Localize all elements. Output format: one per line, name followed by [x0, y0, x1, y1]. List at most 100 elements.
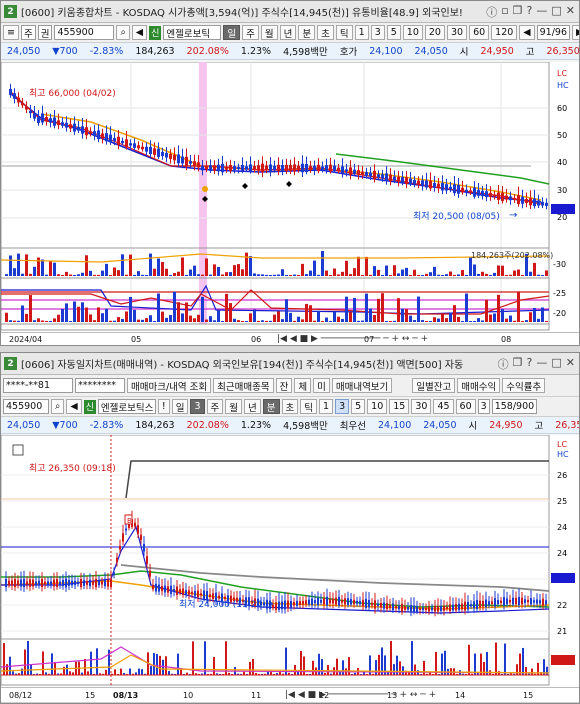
close-icon[interactable]: ✕ — [566, 356, 575, 372]
candle-body — [467, 601, 469, 610]
code-input[interactable]: 455900 — [54, 25, 115, 40]
n-1[interactable]: 1 — [319, 399, 334, 414]
x-label: 05 — [131, 334, 142, 344]
volume-bar — [545, 270, 548, 276]
trade-mark-button[interactable]: 매매마크/내역 조회 — [127, 378, 212, 393]
candle-body — [185, 156, 188, 166]
maximize-icon[interactable]: □ — [551, 356, 561, 372]
prev-icon[interactable]: ◀ — [519, 25, 535, 40]
link-icon[interactable]: ▫ — [501, 4, 508, 20]
minimize-icon[interactable]: — — [536, 4, 547, 20]
n-30[interactable]: 30 — [411, 399, 432, 414]
volume-bar — [345, 296, 348, 322]
bottom-chart-area[interactable]: B 최고 26,350 (09:18) 최저 24,000 (11:24) → … — [1, 434, 579, 687]
daily-balance-button[interactable]: 일별잔고 — [412, 378, 456, 393]
unfilled-button[interactable]: 미 — [313, 378, 330, 393]
return-button[interactable]: 수익률추 — [502, 378, 546, 393]
alert-icon[interactable]: ! — [157, 399, 170, 414]
account-select[interactable]: ****-**81 — [3, 378, 73, 393]
n-5[interactable]: 5 — [386, 25, 401, 40]
balance-button[interactable]: 잔 — [275, 378, 293, 393]
period-min[interactable]: 분 — [298, 25, 316, 40]
top-xaxis-row: 2024/04 05 06 07 08 |◀ ◀ ■ ▶ ───────────… — [1, 332, 579, 345]
volume-bar — [513, 270, 516, 276]
n-30[interactable]: 30 — [446, 25, 468, 40]
n-20[interactable]: 20 — [424, 25, 445, 40]
n-10[interactable]: 10 — [367, 399, 388, 414]
period-week[interactable]: 주 — [242, 25, 259, 40]
info-icon[interactable]: ⓘ — [486, 4, 497, 20]
x-label: 08/13 — [113, 690, 139, 700]
candle-body — [335, 597, 337, 605]
interval-select[interactable]: 3 — [477, 399, 490, 414]
menu-icon[interactable]: ≡ — [3, 25, 19, 40]
trade-history-button[interactable]: 매매내역보기 — [331, 378, 393, 393]
volume-bar — [41, 259, 44, 276]
exec-button[interactable]: 체 — [294, 378, 312, 393]
password-input[interactable]: ******** — [75, 378, 125, 393]
n-60[interactable]: 60 — [469, 25, 490, 40]
search-icon[interactable]: ⌕ — [51, 399, 65, 414]
trade-profit-button[interactable]: 매매수익 — [457, 378, 501, 393]
n-15[interactable]: 15 — [389, 399, 410, 414]
close-icon[interactable]: ✕ — [566, 4, 575, 20]
n-3[interactable]: 3 — [335, 399, 350, 414]
n-1[interactable]: 1 — [354, 25, 369, 40]
info-icon[interactable]: ⓘ — [498, 356, 509, 372]
sound-icon[interactable]: ◀ — [131, 25, 148, 40]
volume-bar — [509, 274, 512, 276]
candle-body — [356, 600, 358, 604]
x-label: 15 — [85, 690, 96, 700]
restore-icon[interactable]: ❐ — [513, 4, 523, 20]
candle-body — [5, 578, 7, 588]
volume-bar — [121, 254, 124, 276]
period-num[interactable]: 3 — [190, 399, 205, 414]
period-tick[interactable]: 틱 — [335, 25, 353, 40]
volume-bar — [303, 656, 305, 675]
next-icon[interactable]: ▶ — [572, 25, 579, 40]
help-icon[interactable]: ? — [527, 4, 533, 20]
recent-trades-button[interactable]: 최근매매종목 — [213, 378, 274, 393]
restore-icon[interactable]: ❐ — [513, 356, 523, 372]
period-day[interactable]: 일 — [171, 399, 189, 414]
candle-body — [152, 585, 154, 590]
n-60[interactable]: 60 — [455, 399, 476, 414]
period-year[interactable]: 년 — [279, 25, 297, 40]
search-icon[interactable]: ⌕ — [116, 25, 130, 40]
period-year[interactable]: 년 — [244, 399, 261, 414]
adj-select[interactable]: 권 — [37, 25, 53, 40]
period-month[interactable]: 월 — [260, 25, 278, 40]
period-sec[interactable]: 초 — [281, 399, 299, 414]
y-label: 22 — [557, 601, 567, 610]
candle-body — [35, 581, 37, 585]
volume-bar — [369, 274, 372, 276]
volume-bar — [45, 274, 48, 276]
volume-bar — [162, 659, 164, 675]
period-min[interactable]: 분 — [262, 399, 280, 414]
volume-bar — [193, 318, 196, 322]
scroll-controls[interactable]: |◀ ◀ ■ ▶ ─────────── ─ + ↔ ─ + — [285, 690, 436, 700]
period-month[interactable]: 월 — [225, 399, 243, 414]
candle-body — [293, 602, 295, 606]
period-week[interactable]: 주 — [206, 399, 224, 414]
volume-bar — [461, 270, 464, 276]
volume-bar — [381, 293, 384, 322]
n-5[interactable]: 5 — [351, 399, 366, 414]
n-120[interactable]: 120 — [491, 25, 518, 40]
n-10[interactable]: 10 — [402, 25, 423, 40]
code-input[interactable]: 455900 — [3, 399, 49, 414]
top-chart-area[interactable]: 최고 66,000 (04/02) 최저 20,500 (08/05) → 18… — [1, 61, 579, 332]
help-icon[interactable]: ? — [527, 356, 533, 372]
type-select[interactable]: 주 — [20, 25, 36, 40]
period-day[interactable]: 일 — [223, 25, 241, 40]
minimize-icon[interactable]: — — [536, 356, 547, 372]
volume-bar — [17, 253, 20, 276]
sound-icon[interactable]: ◀ — [66, 399, 82, 414]
period-sec[interactable]: 초 — [317, 25, 334, 40]
n-45[interactable]: 45 — [433, 399, 454, 414]
period-tick[interactable]: 틱 — [300, 399, 318, 414]
n-3[interactable]: 3 — [370, 25, 385, 40]
maximize-icon[interactable]: □ — [551, 4, 561, 20]
volume-bar — [156, 654, 158, 675]
scroll-controls[interactable]: |◀ ◀ ■ ▶ ─────────── ─ + ↔ ─ + — [277, 334, 428, 344]
